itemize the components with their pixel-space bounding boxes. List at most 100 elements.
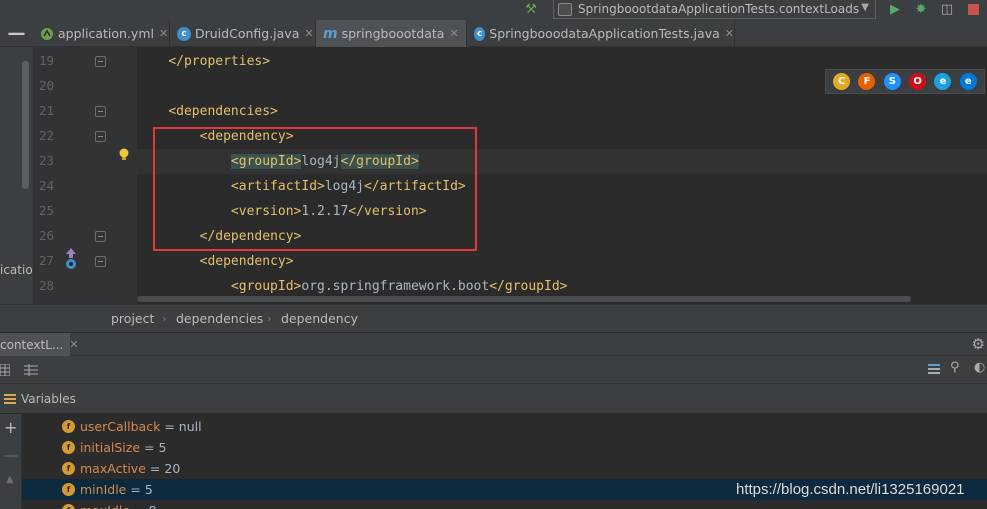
line-number: 27: [39, 253, 55, 268]
variable-name: maxActive: [80, 461, 146, 476]
frames-icon[interactable]: [0, 364, 10, 376]
run-configuration-label: SpringboootdataApplicationTests.contextL…: [578, 2, 860, 16]
vertical-scrollbar[interactable]: [22, 61, 29, 189]
watermark: https://blog.csdn.net/li1325169021: [736, 481, 965, 498]
evaluate-expression-icon[interactable]: ⚲: [950, 360, 960, 375]
variable-name: minIdle: [80, 482, 127, 497]
fold-marker-icon[interactable]: [95, 131, 106, 142]
coverage-icon[interactable]: ◫: [938, 0, 956, 18]
chevron-right-icon: ›: [267, 312, 272, 325]
close-icon[interactable]: ✕: [725, 27, 734, 40]
fold-marker-icon[interactable]: [95, 106, 106, 117]
variable-value: null: [178, 419, 202, 434]
field-icon: f: [62, 504, 75, 509]
tab-application-yml[interactable]: application.yml ✕: [33, 20, 170, 47]
variable-row[interactable]: f maxIdle = 8: [22, 500, 987, 509]
code-line: <dependencies>: [137, 99, 987, 124]
variable-value: 5: [144, 482, 153, 497]
class-icon: c: [177, 26, 191, 41]
tab-druidconfig-java[interactable]: c DruidConfig.java ✕: [170, 20, 316, 47]
yml-file-icon: [41, 27, 53, 40]
line-number: 23: [39, 153, 55, 168]
variable-name: initialSize: [80, 440, 141, 455]
variable-value: 5: [158, 440, 167, 455]
close-icon[interactable]: ✕: [304, 27, 313, 40]
equals-sign: =: [134, 503, 144, 509]
browser-preview-bar: C F S O e e: [825, 69, 985, 94]
close-icon[interactable]: ✕: [69, 338, 78, 351]
variable-name: userCallback: [80, 419, 161, 434]
add-watch-icon[interactable]: +: [4, 418, 17, 437]
field-icon: f: [62, 483, 75, 496]
overridden-method-icon[interactable]: [64, 248, 78, 270]
gear-icon[interactable]: ⚙: [972, 335, 985, 353]
variables-panel-header: Variables: [0, 384, 987, 414]
debug-session-label: contextL...: [0, 337, 64, 352]
equals-sign: =: [130, 482, 141, 497]
variable-row[interactable]: f initialSize = 5: [22, 437, 987, 458]
chevron-right-icon: ›: [162, 312, 167, 325]
variables-title: Variables: [21, 392, 76, 406]
equals-sign: =: [164, 419, 175, 434]
line-number: 24: [39, 178, 55, 193]
fold-marker-icon[interactable]: [95, 231, 106, 242]
debug-toolbar: ⚲ ◐: [0, 356, 987, 384]
lightbulb-icon[interactable]: [118, 148, 130, 162]
edge-icon[interactable]: e: [959, 73, 977, 90]
stop-icon[interactable]: [964, 0, 982, 18]
variable-row[interactable]: f userCallback = null: [22, 416, 987, 437]
line-number: 22: [39, 128, 55, 143]
tab-debug-session[interactable]: contextL... ✕: [0, 333, 79, 356]
editor-tab-bar: — application.yml ✕ c DruidConfig.java ✕…: [0, 20, 987, 47]
tab-label: application.yml: [58, 26, 154, 41]
breadcrumb-item-dependencies[interactable]: dependencies: [176, 305, 263, 333]
close-icon[interactable]: ✕: [159, 27, 168, 40]
fold-marker-icon[interactable]: [95, 56, 106, 67]
tab-application-tests-java[interactable]: c SpringbooodataApplicationTests.java ✕: [467, 20, 735, 47]
collapse-icon[interactable]: —: [0, 20, 33, 47]
run-configuration-select[interactable]: SpringboootdataApplicationTests.contextL…: [553, 0, 876, 19]
restore-layout-icon[interactable]: [928, 363, 940, 377]
xml-tag: </groupId>: [489, 279, 568, 294]
variable-value: 20: [164, 461, 181, 476]
opera-icon[interactable]: O: [909, 73, 927, 90]
ie-icon[interactable]: e: [934, 73, 952, 90]
tab-springbooot-data[interactable]: m springboootdata ✕: [316, 20, 467, 47]
build-hammer-icon[interactable]: ⚒: [522, 0, 540, 18]
settings-icon[interactable]: ◐: [974, 360, 985, 375]
remove-watch-icon[interactable]: —: [4, 448, 18, 464]
variable-value: 8: [149, 503, 157, 509]
debug-tool-header: contextL... ✕ ⚙: [0, 332, 987, 356]
variables-icon: [4, 394, 16, 404]
variable-name: maxIdle: [80, 503, 130, 509]
close-icon[interactable]: ✕: [449, 27, 458, 40]
safari-icon[interactable]: S: [883, 73, 901, 90]
breadcrumb-item-dependency[interactable]: dependency: [281, 305, 358, 333]
breadcrumb: project › dependencies › dependency: [0, 304, 987, 332]
breadcrumb-item-project[interactable]: project: [111, 305, 154, 333]
xml-tag: </properties>: [168, 54, 271, 69]
variable-row[interactable]: f maxActive = 20: [22, 458, 987, 479]
project-tool-strip: ication: [0, 47, 40, 304]
debug-icon[interactable]: ✸: [912, 0, 930, 18]
equals-sign: =: [149, 461, 161, 476]
line-number: 21: [39, 103, 55, 118]
code-line: <dependency>: [137, 249, 987, 274]
threads-icon[interactable]: [24, 364, 38, 376]
tab-label: SpringbooodataApplicationTests.java: [489, 26, 720, 41]
junit-config-icon: [558, 2, 572, 16]
fold-marker-icon[interactable]: [95, 256, 106, 267]
line-number: 28: [39, 278, 55, 293]
line-number: 19: [39, 53, 55, 68]
horizontal-scrollbar[interactable]: [137, 296, 911, 302]
run-icon[interactable]: ▶: [886, 0, 904, 18]
firefox-icon[interactable]: F: [858, 73, 876, 90]
move-up-icon[interactable]: ▲: [6, 474, 14, 485]
tab-label: springboootdata: [341, 26, 445, 41]
chrome-icon[interactable]: C: [833, 73, 851, 90]
line-number: 25: [39, 203, 55, 218]
